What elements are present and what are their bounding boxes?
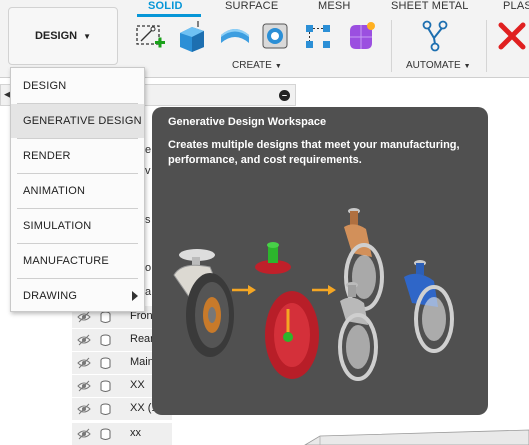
- menu-item-drawing[interactable]: DRAWING: [11, 279, 144, 313]
- body-icon: [100, 357, 111, 369]
- obscured-text: e: [145, 144, 152, 156]
- hole-icon[interactable]: [258, 19, 292, 53]
- visibility-icon[interactable]: [77, 428, 91, 440]
- tree-row-label: Main: [130, 356, 154, 368]
- minimize-icon[interactable]: –: [279, 90, 290, 101]
- visibility-icon[interactable]: [77, 357, 91, 369]
- toolbar-divider: [486, 20, 487, 72]
- tree-row-label: Rear: [130, 333, 154, 345]
- menu-item-manufacture[interactable]: MANUFACTURE: [11, 244, 144, 278]
- generative-design-illustration: [173, 208, 454, 381]
- body-icon: [100, 380, 111, 392]
- original-caster-image: [173, 249, 234, 357]
- tab-plastic[interactable]: PLAS: [503, 0, 529, 14]
- obscured-text: v: [145, 165, 151, 177]
- tab-mesh[interactable]: MESH: [318, 0, 351, 14]
- form-icon[interactable]: [344, 19, 378, 53]
- automate-group-label[interactable]: AUTOMATE ▼: [406, 60, 471, 71]
- workspace-tooltip: Generative Design Workspace Creates mult…: [152, 107, 488, 415]
- design-space-image: [255, 242, 319, 379]
- submenu-arrow-icon: [132, 291, 138, 301]
- automate-icon[interactable]: [418, 19, 452, 53]
- workspace-menu: DESIGN GENERATIVE DESIGN RENDER ANIMATIO…: [10, 67, 145, 312]
- menu-item-animation[interactable]: ANIMATION: [11, 174, 144, 208]
- delete-icon[interactable]: [495, 19, 529, 53]
- tab-solid[interactable]: SOLID: [148, 0, 183, 14]
- tree-row[interactable]: xx: [72, 423, 172, 445]
- active-tab-indicator: [137, 14, 201, 17]
- workspace-switcher-label: DESIGN: [34, 30, 78, 42]
- design-outcome-images: [338, 208, 454, 381]
- create-group-label[interactable]: CREATE ▼: [232, 60, 282, 71]
- visibility-icon[interactable]: [77, 334, 91, 346]
- menu-item-simulation[interactable]: SIMULATION: [11, 209, 144, 243]
- caret-down-icon: ▼: [83, 31, 92, 41]
- tab-surface[interactable]: SURFACE: [225, 0, 278, 14]
- visibility-icon[interactable]: [77, 403, 91, 415]
- viewport-model-edge: [304, 429, 529, 445]
- body-icon: [100, 428, 111, 440]
- obscured-text: o: [145, 262, 152, 274]
- menu-item-generative-design[interactable]: GENERATIVE DESIGN: [11, 104, 144, 138]
- body-icon: [100, 334, 111, 346]
- menu-item-render[interactable]: RENDER: [11, 139, 144, 173]
- tab-sheet-metal[interactable]: SHEET METAL: [391, 0, 469, 14]
- tree-row-label: XX: [130, 379, 145, 391]
- pattern-icon[interactable]: [301, 19, 335, 53]
- revolve-icon[interactable]: [218, 19, 252, 53]
- menu-item-design[interactable]: DESIGN: [11, 69, 144, 103]
- workspace-switcher-button[interactable]: DESIGN ▼: [8, 7, 118, 65]
- body-icon: [100, 403, 111, 415]
- obscured-text: s: [145, 214, 151, 226]
- create-sketch-icon[interactable]: [133, 19, 167, 53]
- tooltip-description: Creates multiple designs that meet your …: [168, 139, 460, 166]
- toolbar-divider: [391, 20, 392, 72]
- extrude-icon[interactable]: [176, 19, 210, 53]
- visibility-icon[interactable]: [77, 380, 91, 392]
- tooltip-title: Generative Design Workspace: [168, 116, 327, 128]
- obscured-text: a: [145, 286, 152, 298]
- tree-row-label: xx: [130, 427, 141, 439]
